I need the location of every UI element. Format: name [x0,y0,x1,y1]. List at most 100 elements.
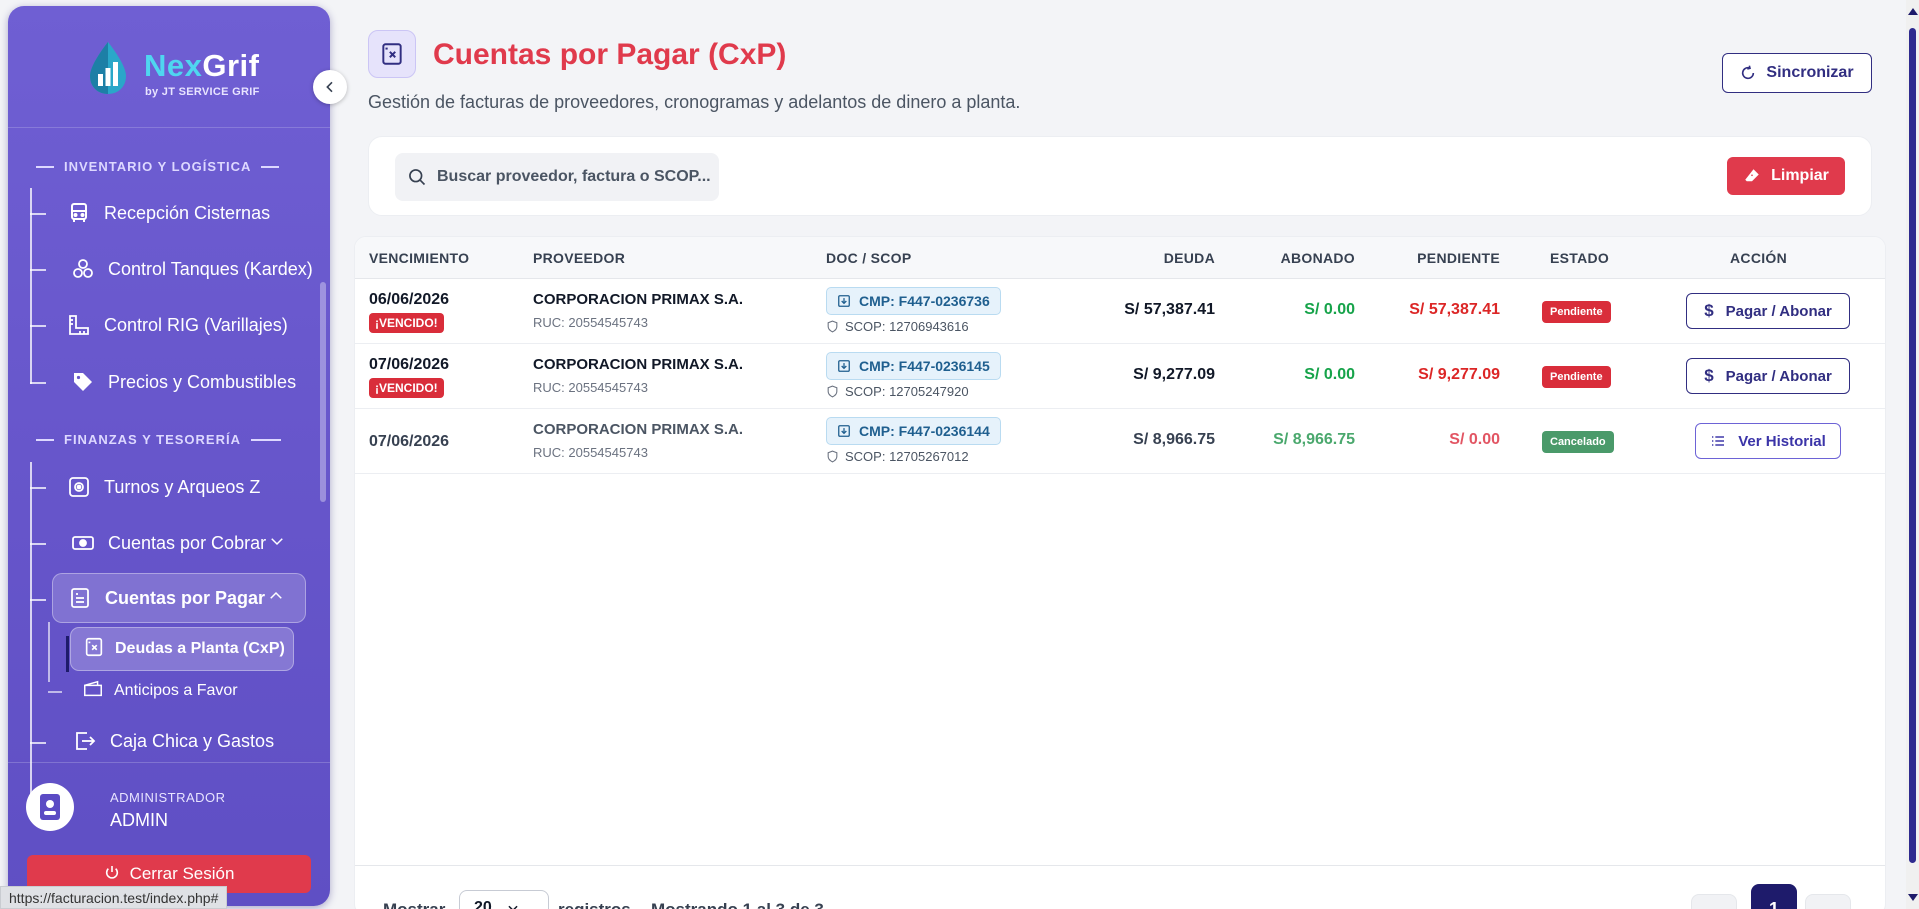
badge-icon [40,794,60,820]
status-badge: Pendiente [1542,366,1611,388]
records-label: registros [558,900,631,909]
provider-name: CORPORACION PRIMAX S.A. [533,291,744,308]
column-header[interactable]: PROVEEDOR [533,250,625,266]
sidebar-item-label: Recepción Cisternas [104,202,271,223]
list-icon [1712,436,1725,446]
sidebar: NexGrif by JT SERVICE GRIF INVENTARIO Y … [8,6,330,906]
sidebar-item-cuentas-pagar[interactable]: Cuentas por Pagar [52,573,306,623]
sidebar-item-control-tanques[interactable]: Control Tanques (Kardex) [70,252,313,286]
doc-chip[interactable]: CMP: F447-0236736 [826,287,1001,315]
provider-name: CORPORACION PRIMAX S.A. [533,356,744,373]
invoice-x-icon [382,43,402,65]
status-badge: Pendiente [1542,301,1611,323]
scop: SCOP: 12705247920 [826,384,969,399]
register-icon [66,474,92,500]
section-title-label: FINANZAS Y TESORERÍA [64,432,241,447]
chevron-up-icon [267,587,285,610]
action-label: Ver Historial [1738,432,1826,450]
due-date: 07/06/2026 [369,356,450,373]
scroll-down-arrow[interactable] [1908,894,1918,901]
sidebar-item-label: Control Tanques (Kardex) [108,258,313,279]
sidebar-nav: INVENTARIO Y LOGÍSTICA Recepción Cistern… [8,132,330,802]
pay-button[interactable]: $ Pagar / Abonar [1686,358,1850,394]
column-header[interactable]: DEUDA [1164,250,1215,266]
next-page-button[interactable]: › [1805,894,1851,909]
brand-header: NexGrif by JT SERVICE GRIF [8,6,330,128]
collapse-sidebar-button[interactable] [313,70,347,104]
column-header[interactable]: ABONADO [1281,250,1355,266]
scop-number: SCOP: 12705247920 [845,384,969,399]
sidebar-item-caja-chica[interactable]: Caja Chica y Gastos [72,724,274,758]
table-row: 06/06/2026 ¡VENCIDO! CORPORACION PRIMAX … [355,279,1885,344]
dollar-icon: $ [1704,301,1714,320]
overdue-badge: ¡VENCIDO! [369,313,444,333]
pending-amount: S/ 0.00 [1449,431,1500,448]
page-size-value: 20 [474,899,492,909]
user-panel: ADMINISTRADOR ADMIN Cerrar Sesión [8,762,330,906]
scroll-thumb[interactable] [1909,28,1916,863]
paid-amount: S/ 8,966.75 [1273,431,1355,448]
debt-amount: S/ 9,277.09 [1133,366,1215,383]
overdue-badge: ¡VENCIDO! [369,378,444,398]
search-icon [409,169,426,186]
doc-chip[interactable]: CMP: F447-0236144 [826,417,1001,445]
column-header[interactable]: ESTADO [1550,250,1609,266]
chevron-down-icon [268,532,286,555]
chevron-left-icon [326,81,333,93]
shield-icon [827,320,838,333]
action-label: Pagar / Abonar [1725,367,1832,385]
scop-number: SCOP: 12705267012 [845,449,969,464]
sidebar-scrollbar[interactable] [320,282,326,502]
logo-icon [90,42,126,94]
invoices-table: VENCIMIENTO PROVEEDOR DOC / SCOP DEUDA A… [354,236,1886,909]
refresh-icon [1742,65,1755,80]
provider-ruc: RUC: 20554545743 [533,380,648,395]
sync-button[interactable]: Sincronizar [1722,53,1872,93]
pending-amount: S/ 9,277.09 [1418,366,1500,383]
download-icon [838,360,850,372]
table-row: 07/06/2026 ¡VENCIDO! CORPORACION PRIMAX … [355,344,1885,409]
scroll-up-arrow[interactable] [1908,8,1918,15]
page-scrollbar[interactable] [1906,0,1919,909]
history-button[interactable]: Ver Historial [1695,423,1841,459]
table-row: 07/06/2026 CORPORACION PRIMAX S.A. RUC: … [355,409,1885,474]
sidebar-subitem-deudas-planta[interactable]: Deudas a Planta (CxP) [70,627,294,671]
sidebar-item-precios-combustibles[interactable]: Precios y Combustibles [70,365,296,399]
invoice-x-icon [83,636,105,663]
tree-line [30,188,32,384]
search-input[interactable] [437,168,717,186]
sidebar-item-label: Turnos y Arqueos Z [104,476,261,497]
page-size-select[interactable]: 20 [459,890,549,909]
sidebar-item-cuentas-cobrar[interactable]: Cuentas por Cobrar [70,526,286,560]
current-page-button[interactable]: 1 [1751,884,1797,909]
column-header[interactable]: PENDIENTE [1417,250,1500,266]
doc-chip[interactable]: CMP: F447-0236145 [826,352,1001,380]
avatar [26,783,74,831]
sidebar-item-turnos-arqueos[interactable]: Turnos y Arqueos Z [66,470,260,504]
column-header[interactable]: VENCIMIENTO [369,250,469,266]
debt-amount: S/ 57,387.41 [1124,301,1215,318]
prev-page-button[interactable]: ‹ [1691,894,1737,909]
provider-ruc: RUC: 20554545743 [533,315,648,330]
column-header[interactable]: DOC / SCOP [826,250,911,266]
sidebar-item-label: Cuentas por Cobrar [108,532,267,553]
sidebar-item-label: Cuentas por Pagar [105,587,266,608]
sidebar-item-control-rig[interactable]: Control RIG (Varillajes) [66,308,288,342]
column-header[interactable]: ACCIÓN [1730,250,1787,266]
shield-icon [827,450,838,463]
sidebar-item-recepcion-cisternas[interactable]: Recepción Cisternas [66,196,270,230]
clear-button[interactable]: Limpiar [1727,157,1845,195]
search-field[interactable] [395,153,719,201]
sidebar-subitem-anticipos[interactable]: Anticipos a Favor [82,674,238,708]
range-label: Mostrando 1 al 3 de 3 [651,900,824,909]
user-role: ADMINISTRADOR [110,790,226,805]
truck-icon [66,200,92,226]
pay-button[interactable]: $ Pagar / Abonar [1686,293,1850,329]
status-badge: Cancelado [1542,431,1614,453]
pending-amount: S/ 57,387.41 [1409,301,1500,318]
paid-amount: S/ 0.00 [1304,366,1355,383]
paid-amount: S/ 0.00 [1304,301,1355,318]
due-date: 07/06/2026 [369,433,450,450]
power-icon [104,864,120,885]
sidebar-subitem-label: Deudas a Planta (CxP) [115,640,285,657]
